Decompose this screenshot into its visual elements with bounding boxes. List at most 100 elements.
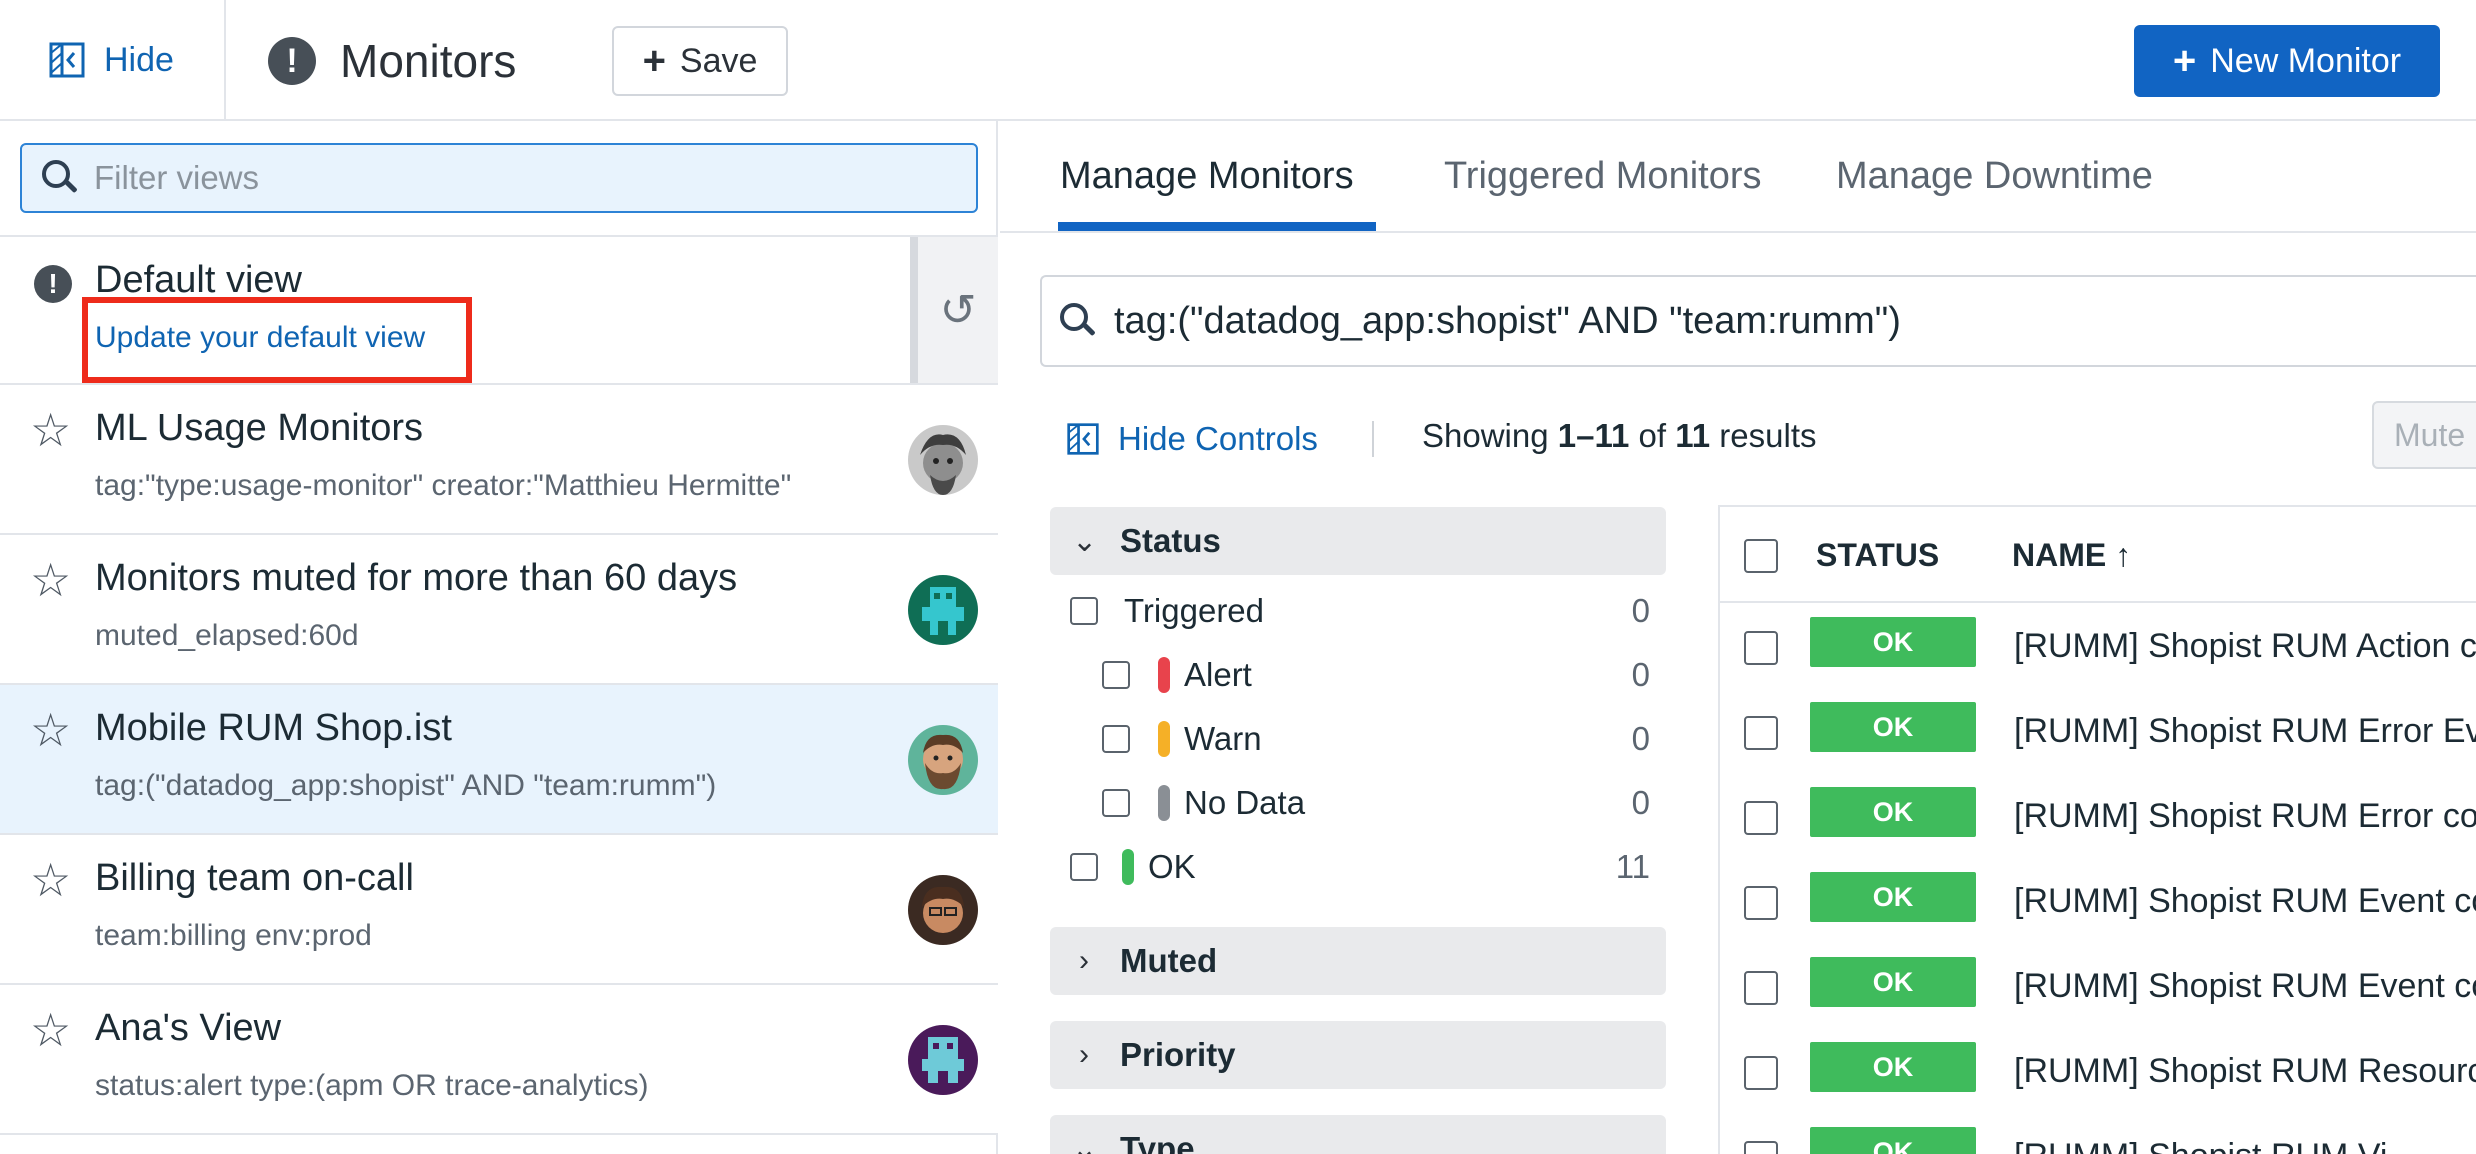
- facet-status-header[interactable]: ⌄ Status: [1050, 507, 1666, 575]
- avatar: [908, 875, 978, 945]
- status-color-pill: [1122, 849, 1134, 885]
- facet-option-ok[interactable]: OK 11: [1050, 839, 1650, 895]
- facet-title: Priority: [1120, 1036, 1236, 1073]
- facet-title: Status: [1120, 522, 1221, 559]
- plus-icon: +: [642, 39, 666, 83]
- row-checkbox[interactable]: [1744, 971, 1778, 1005]
- saved-view-item[interactable]: ☆ Mobile RUM Shop.ist tag:("datadog_app:…: [0, 685, 998, 835]
- monitor-name[interactable]: [RUMM] Shopist RUM Action co: [2014, 627, 2476, 666]
- checkbox[interactable]: [1102, 789, 1130, 817]
- save-button[interactable]: + Save: [612, 26, 788, 96]
- status-badge: OK: [1810, 1042, 1976, 1092]
- table-row[interactable]: OK [RUMM] Shopist RUM Error Eve: [1720, 688, 2476, 773]
- facet-option-no-data[interactable]: No Data 0: [1050, 775, 1650, 831]
- view-query: team:billing env:prod: [95, 919, 372, 952]
- star-icon[interactable]: ☆: [30, 1007, 71, 1053]
- new-monitor-button[interactable]: + New Monitor: [2134, 25, 2440, 97]
- row-checkbox[interactable]: [1744, 716, 1778, 750]
- mute-label: Mute: [2394, 416, 2466, 453]
- checkbox[interactable]: [1070, 597, 1098, 625]
- facet-priority-header[interactable]: › Priority: [1050, 1021, 1666, 1089]
- view-name: ML Usage Monitors: [95, 407, 424, 449]
- status-badge: OK: [1810, 1127, 1976, 1154]
- checkbox[interactable]: [1102, 661, 1130, 689]
- facet-option-triggered[interactable]: Triggered 0: [1050, 583, 1650, 639]
- star-icon[interactable]: ☆: [30, 407, 71, 453]
- table-header: STATUS NAME ↑: [1720, 507, 2476, 603]
- filter-views-input[interactable]: [94, 159, 954, 197]
- row-checkbox[interactable]: [1744, 886, 1778, 920]
- row-checkbox[interactable]: [1744, 1056, 1778, 1090]
- table-row[interactable]: OK [RUMM] Shopist RUM Action co: [1720, 603, 2476, 688]
- tab-triggered-monitors[interactable]: Triggered Monitors: [1444, 155, 1762, 198]
- facet-count: 0: [1631, 656, 1650, 693]
- saved-view-item[interactable]: ☆ Billing team on-call team:billing env:…: [0, 835, 998, 985]
- saved-view-item[interactable]: ☆ Monitors muted for more than 60 days m…: [0, 535, 998, 685]
- search-icon: [42, 160, 78, 196]
- monitor-name[interactable]: [RUMM] Shopist RUM Error Eve: [2014, 712, 2476, 751]
- collapse-panel-icon: [49, 42, 85, 78]
- hide-controls-button[interactable]: Hide Controls: [1066, 415, 1318, 463]
- monitor-name[interactable]: [RUMM] Shopist RUM Event co: [2014, 967, 2476, 1006]
- table-row[interactable]: OK [RUMM] Shopist RUM Vi: [1720, 1113, 2476, 1154]
- divider: [224, 0, 226, 121]
- facet-type-header[interactable]: ⌄ Type: [1050, 1115, 1666, 1154]
- facet-count: 0: [1631, 784, 1650, 821]
- column-header-status[interactable]: STATUS: [1816, 537, 1939, 574]
- search-query[interactable]: tag:("datadog_app:shopist" AND "team:rum…: [1114, 300, 1901, 343]
- row-checkbox[interactable]: [1744, 801, 1778, 835]
- view-name: Ana's View: [95, 1007, 282, 1049]
- table-row[interactable]: OK [RUMM] Shopist RUM Error cou: [1720, 773, 2476, 858]
- save-label: Save: [679, 41, 758, 80]
- avatar: [908, 1025, 978, 1095]
- select-all-checkbox[interactable]: [1744, 539, 1778, 573]
- facet-label: No Data: [1184, 784, 1306, 821]
- column-header-name[interactable]: NAME ↑: [2012, 537, 2131, 574]
- facet-option-alert[interactable]: Alert 0: [1050, 647, 1650, 703]
- status-badge: OK: [1810, 872, 1976, 922]
- saved-views-sidebar: ! Default view Update your default view …: [0, 121, 998, 1154]
- status-badge: OK: [1810, 617, 1976, 667]
- status-badge: OK: [1810, 702, 1976, 752]
- facet-title: Muted: [1120, 942, 1218, 979]
- table-row[interactable]: OK [RUMM] Shopist RUM Resource: [1720, 1028, 2476, 1113]
- facet-label: OK: [1148, 848, 1196, 885]
- filter-views-field[interactable]: [20, 143, 978, 213]
- scrollbar[interactable]: [910, 237, 918, 383]
- checkbox[interactable]: [1070, 853, 1098, 881]
- monitor-name[interactable]: [RUMM] Shopist RUM Resource: [2014, 1052, 2476, 1091]
- reset-view-button[interactable]: ↺: [918, 237, 998, 383]
- monitor-name[interactable]: [RUMM] Shopist RUM Error cou: [2014, 797, 2476, 836]
- hide-controls-label: Hide Controls: [1118, 420, 1318, 457]
- hide-sidebar-button[interactable]: Hide: [48, 36, 174, 84]
- facet-option-warn[interactable]: Warn 0: [1050, 711, 1650, 767]
- divider: [1372, 421, 1374, 457]
- monitor-name[interactable]: [RUMM] Shopist RUM Event co: [2014, 882, 2476, 921]
- row-checkbox[interactable]: [1744, 1141, 1778, 1154]
- collapse-panel-icon: [1067, 423, 1099, 455]
- star-icon[interactable]: ☆: [30, 857, 71, 903]
- table-row[interactable]: OK [RUMM] Shopist RUM Event co: [1720, 943, 2476, 1028]
- facet-count: 0: [1631, 592, 1650, 629]
- checkbox[interactable]: [1102, 725, 1130, 753]
- tab-bar: Manage Monitors Triggered Monitors Manag…: [1000, 121, 2476, 233]
- mute-button[interactable]: Mute: [2372, 401, 2476, 469]
- status-badge: OK: [1810, 957, 1976, 1007]
- search-icon: [1060, 303, 1096, 339]
- row-checkbox[interactable]: [1744, 631, 1778, 665]
- saved-view-item[interactable]: ☆ Ana's View status:alert type:(apm OR t…: [0, 985, 998, 1135]
- view-query: muted_elapsed:60d: [95, 619, 359, 652]
- page-header: ! Monitors: [268, 28, 516, 94]
- table-row[interactable]: OK [RUMM] Shopist RUM Event co: [1720, 858, 2476, 943]
- monitor-search-field[interactable]: tag:("datadog_app:shopist" AND "team:rum…: [1040, 275, 2476, 367]
- facet-count: 0: [1631, 720, 1650, 757]
- facet-label: Triggered: [1124, 592, 1265, 629]
- star-icon[interactable]: ☆: [30, 557, 71, 603]
- star-icon[interactable]: ☆: [30, 707, 71, 753]
- facet-muted-header[interactable]: › Muted: [1050, 927, 1666, 995]
- tab-manage-downtime[interactable]: Manage Downtime: [1836, 155, 2153, 198]
- monitor-name[interactable]: [RUMM] Shopist RUM Vi: [2014, 1137, 2387, 1154]
- status-color-pill: [1158, 721, 1170, 757]
- saved-view-item[interactable]: ☆ ML Usage Monitors tag:"type:usage-moni…: [0, 385, 998, 535]
- tab-manage-monitors[interactable]: Manage Monitors: [1060, 155, 1354, 198]
